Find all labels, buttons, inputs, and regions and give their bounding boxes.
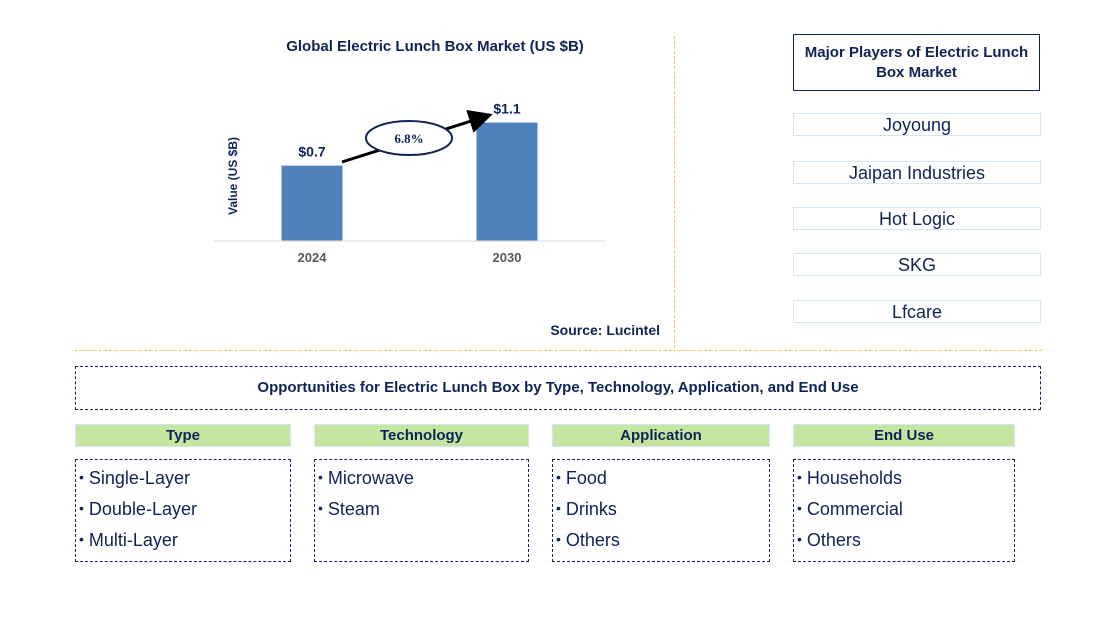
- bullet-icon: •: [797, 531, 802, 547]
- segment-item: • Microwave: [318, 462, 528, 493]
- bar-chart: Value (US $B) $0.7 2024 $1.1 2030 6.8%: [214, 101, 605, 265]
- segment-item-label: Others: [806, 530, 861, 550]
- segment-header-end-use: End Use: [793, 424, 1015, 447]
- segment-item: • Households: [797, 462, 1014, 493]
- segment-list-application: • Food • Drinks • Others: [552, 459, 770, 562]
- segment-item-label: Multi-Layer: [88, 530, 178, 550]
- segment-item-label: Households: [806, 468, 902, 488]
- y-axis-label: Value (US $B): [226, 137, 240, 215]
- segment-list-type: • Single-Layer • Double-Layer • Multi-Layer: [75, 459, 291, 562]
- cagr-annotation: 6.8%: [341, 110, 493, 164]
- segment-item-label: Microwave: [327, 468, 414, 488]
- bullet-icon: •: [79, 500, 84, 516]
- opportunities-title: Opportunities for Electric Lunch Box by …: [75, 366, 1041, 410]
- players-title-text: Major Players of Electric Lunch Box Mark…: [804, 43, 1029, 81]
- bullet-icon: •: [556, 469, 561, 485]
- segment-list-technology: • Microwave • Steam: [314, 459, 529, 562]
- player-item: Hot Logic: [793, 207, 1041, 230]
- source-note: Source: Lucintel: [550, 322, 660, 338]
- data-label: $0.7: [298, 144, 325, 160]
- player-item: SKG: [793, 253, 1041, 276]
- segment-item: • Double-Layer: [79, 493, 290, 524]
- segment-header-type: Type: [75, 424, 291, 447]
- segment-list-end-use: • Households • Commercial • Others: [793, 459, 1015, 562]
- bullet-icon: •: [797, 469, 802, 485]
- segment-item-label: Steam: [327, 499, 380, 519]
- vertical-divider: [674, 36, 675, 348]
- segment-item: • Multi-Layer: [79, 524, 290, 555]
- segment-header-application: Application: [552, 424, 770, 447]
- bullet-icon: •: [556, 500, 561, 516]
- segment-item: • Others: [556, 524, 769, 555]
- cagr-label: 6.8%: [394, 131, 423, 146]
- segment-item-label: Double-Layer: [88, 499, 197, 519]
- bullet-icon: •: [318, 469, 323, 485]
- bullet-icon: •: [556, 531, 561, 547]
- horizontal-divider: [74, 350, 1042, 351]
- segment-item-label: Food: [565, 468, 607, 488]
- bar-2024: [281, 165, 343, 241]
- data-label: $1.1: [493, 101, 520, 117]
- bar-2030: [476, 122, 538, 241]
- bullet-icon: •: [318, 500, 323, 516]
- bullet-icon: •: [79, 531, 84, 547]
- player-item: Lfcare: [793, 300, 1041, 323]
- x-tick-label: 2024: [298, 250, 328, 265]
- segment-item: • Steam: [318, 493, 528, 524]
- bullet-icon: •: [797, 500, 802, 516]
- segment-item: • Commercial: [797, 493, 1014, 524]
- segment-item-label: Drinks: [565, 499, 617, 519]
- segment-item: • Others: [797, 524, 1014, 555]
- segment-item: • Single-Layer: [79, 462, 290, 493]
- chart-title: Global Electric Lunch Box Market (US $B): [286, 38, 584, 55]
- players-title: Major Players of Electric Lunch Box Mark…: [793, 34, 1040, 91]
- segment-item-label: Single-Layer: [88, 468, 190, 488]
- x-tick-label: 2030: [493, 250, 522, 265]
- segment-item: • Drinks: [556, 493, 769, 524]
- segment-item-label: Commercial: [806, 499, 903, 519]
- bullet-icon: •: [79, 469, 84, 485]
- player-item: Jaipan Industries: [793, 161, 1041, 184]
- segment-item-label: Others: [565, 530, 620, 550]
- segment-header-technology: Technology: [314, 424, 529, 447]
- player-item: Joyoung: [793, 113, 1041, 136]
- segment-item: • Food: [556, 462, 769, 493]
